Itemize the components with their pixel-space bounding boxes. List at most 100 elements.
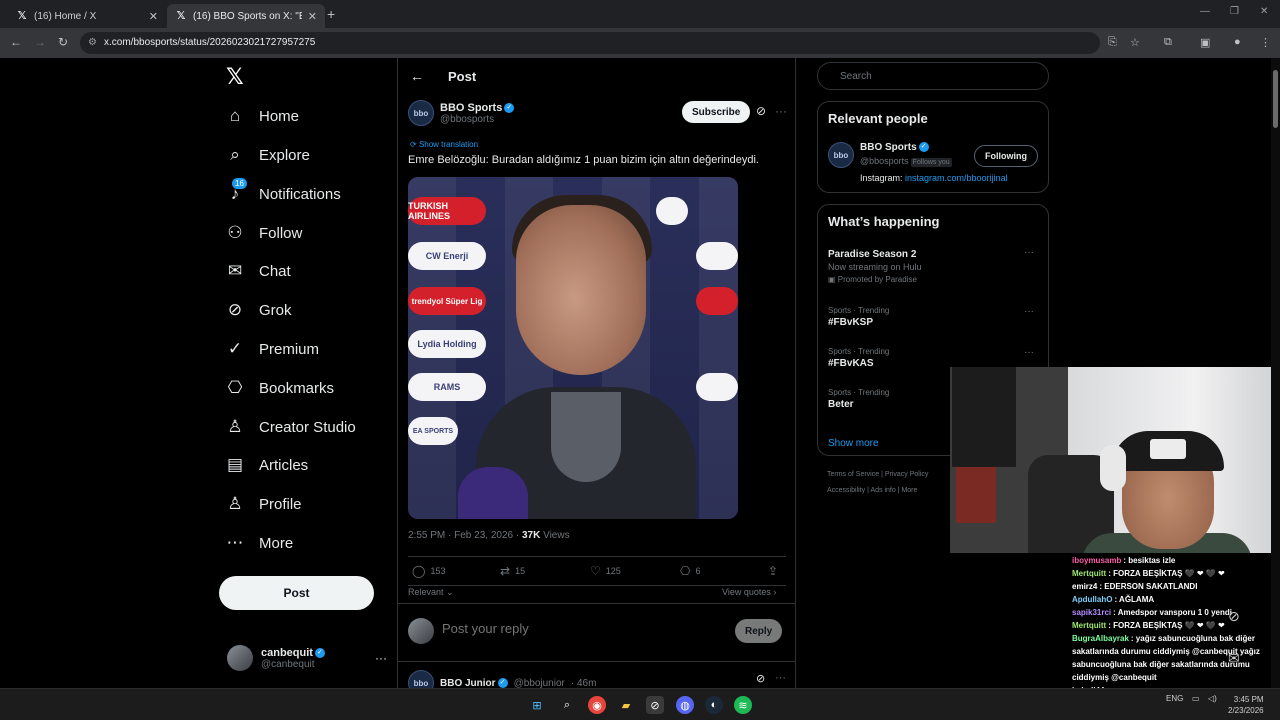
- bio-link[interactable]: instagram.com/bboorijinal: [905, 173, 1008, 183]
- following-button[interactable]: Following: [974, 145, 1038, 167]
- more-dots-icon[interactable]: ···: [1024, 247, 1034, 258]
- bookmark-star-icon[interactable]: ☆: [1130, 36, 1140, 49]
- reload-icon[interactable]: ↻: [58, 35, 68, 49]
- trend-item[interactable]: Sports · Trending #FBvKAS ···: [828, 347, 1040, 369]
- forward-icon[interactable]: →: [34, 35, 46, 49]
- install-app-icon[interactable]: ⎘: [1108, 36, 1117, 49]
- grok-icon: ⊘: [227, 300, 243, 319]
- volume-icon[interactable]: ◁): [1208, 694, 1217, 703]
- spotify-icon[interactable]: ≋: [734, 696, 752, 714]
- promoted-trend[interactable]: Paradise Season 2 Now streaming on Hulu …: [828, 247, 1040, 284]
- search-input[interactable]: [817, 62, 1049, 90]
- sidebar-item-chat[interactable]: ✉ Chat: [225, 257, 291, 285]
- sidebar-item-more[interactable]: ⋯ More: [225, 529, 294, 557]
- grok-icon[interactable]: ⊘: [1228, 608, 1240, 625]
- more-dots-icon[interactable]: ···: [1024, 306, 1034, 317]
- avatar[interactable]: bbo: [408, 100, 434, 126]
- maximize-icon[interactable]: ❐: [1230, 6, 1239, 17]
- reply-author[interactable]: BBO Junior ✓: [440, 678, 508, 689]
- profile-avatar-icon[interactable]: ●: [1234, 36, 1241, 48]
- sidebar-item-profile[interactable]: ♙ Profile: [225, 490, 302, 518]
- sidebar-item-follow[interactable]: ⚇ Follow: [225, 219, 302, 247]
- sidebar-item-label: Chat: [259, 262, 291, 280]
- site-info-icon[interactable]: ⚙: [88, 32, 97, 54]
- reply-input[interactable]: [442, 621, 692, 636]
- avatar[interactable]: bbo: [828, 142, 854, 168]
- person-handle[interactable]: @bbosports Follows you: [860, 156, 952, 167]
- share-action[interactable]: ⇪: [768, 564, 778, 578]
- person-name[interactable]: BBO Sports ✓: [860, 142, 929, 153]
- reply-handle[interactable]: @bbojunior: [514, 678, 565, 689]
- discord-icon[interactable]: ◍: [676, 696, 694, 714]
- extensions-icon[interactable]: ⧉: [1164, 36, 1172, 49]
- url-text: x.com/bbosports/status/20260230217279572…: [104, 37, 316, 48]
- like-action[interactable]: ♡ 125: [590, 564, 621, 578]
- side-panel-icon[interactable]: ▣: [1200, 36, 1210, 49]
- close-window-icon[interactable]: ✕: [1260, 6, 1268, 17]
- bookmark-icon: ⎔: [227, 378, 243, 397]
- sidebar-item-premium[interactable]: ✓ Premium: [225, 335, 319, 363]
- show-translation-link[interactable]: ⟳ Show translation: [410, 140, 478, 149]
- minimize-icon[interactable]: —: [1200, 6, 1210, 17]
- close-tab-icon[interactable]: ✕: [149, 10, 158, 23]
- sidebar-item-label: Profile: [259, 495, 302, 513]
- author-handle[interactable]: @bbosports: [440, 114, 514, 125]
- tweet-media-image[interactable]: TURKISH AIRLINES CW Enerji trendyol Süpe…: [408, 177, 738, 519]
- network-icon[interactable]: ▭: [1192, 694, 1200, 703]
- sidebar-item-grok[interactable]: ⊘ Grok: [225, 296, 292, 324]
- more-dots-icon[interactable]: ···: [775, 672, 786, 684]
- close-tab-icon[interactable]: ✕: [308, 10, 317, 23]
- author-name[interactable]: BBO Sports ✓: [440, 102, 515, 114]
- windows-start-icon[interactable]: ⊞: [528, 696, 546, 714]
- sidebar-item-articles[interactable]: ▤ Articles: [225, 451, 308, 479]
- sidebar-item-explore[interactable]: ⌕ Explore: [225, 141, 310, 169]
- repost-action[interactable]: ⇄ 15: [500, 564, 525, 578]
- sidebar-item-creator-studio[interactable]: ♙ Creator Studio: [225, 413, 355, 441]
- steam-icon[interactable]: ◐: [705, 696, 723, 714]
- url-field[interactable]: ⚙ x.com/bbosports/status/202602302172795…: [80, 32, 1100, 54]
- sponsor-logo: trendyol Süper Lig: [408, 287, 486, 315]
- chrome-icon[interactable]: ◉: [588, 696, 606, 714]
- file-explorer-icon[interactable]: ▰: [617, 696, 635, 714]
- view-quotes-link[interactable]: View quotes ›: [722, 587, 776, 597]
- system-clock[interactable]: 3:45 PM 2/23/2026: [1228, 694, 1264, 716]
- reply-button[interactable]: Reply: [735, 619, 783, 643]
- new-tab-button[interactable]: +: [327, 6, 335, 22]
- browser-menu-icon[interactable]: ⋮: [1260, 36, 1271, 49]
- post-button[interactable]: Post: [219, 576, 374, 610]
- footer-links[interactable]: Terms of Service | Privacy Policy: [827, 471, 928, 478]
- back-icon[interactable]: ←: [10, 35, 22, 49]
- subscribe-button[interactable]: Subscribe: [682, 101, 751, 123]
- mail-icon[interactable]: ✉: [1228, 650, 1240, 667]
- language-indicator[interactable]: ENG: [1166, 694, 1183, 703]
- trend-item[interactable]: Sports · Trending #FBvKSP ···: [828, 306, 1040, 328]
- browser-tab-home[interactable]: 𝕏 (16) Home / X ✕: [8, 4, 166, 28]
- grok-icon[interactable]: ⊘: [756, 104, 766, 118]
- app-icon[interactable]: ⊘: [646, 696, 664, 714]
- search-icon[interactable]: ⌕: [558, 696, 576, 714]
- sidebar-item-bookmarks[interactable]: ⎔ Bookmarks: [225, 374, 334, 402]
- sidebar-item-home[interactable]: ⌂ Home: [225, 102, 299, 130]
- grok-icon[interactable]: ⊘: [756, 672, 765, 685]
- sponsor-logo: TURKISH AIRLINES: [408, 197, 486, 225]
- sidebar-item-notifications[interactable]: ♪ 16 Notifications: [225, 178, 341, 208]
- more-dots-icon[interactable]: ···: [775, 104, 787, 118]
- scrollbar-thumb[interactable]: [1273, 70, 1278, 128]
- reply-action[interactable]: ◯ 153: [412, 564, 445, 578]
- person-icon: ♙: [227, 494, 243, 513]
- account-switcher[interactable]: canbequit ✓ @canbequit ···: [227, 645, 387, 671]
- more-dots-icon[interactable]: ···: [1024, 347, 1034, 358]
- footer-links[interactable]: Accessibility | Ads info | More: [827, 487, 917, 494]
- bookmark-action[interactable]: ⎔ 6: [680, 564, 701, 578]
- sort-replies-dropdown[interactable]: Relevant ⌄: [408, 587, 454, 598]
- back-arrow-icon[interactable]: ←: [410, 68, 424, 84]
- x-logo-icon[interactable]: 𝕏: [226, 64, 244, 90]
- show-more-link[interactable]: Show more: [828, 438, 879, 449]
- chat-text: : Amedspor vansporu 1 0 yendi: [1113, 608, 1232, 617]
- post-header: ← Post: [410, 68, 476, 84]
- tweet-author[interactable]: bbo BBO Sports ✓ @bbosports: [408, 100, 515, 126]
- more-dots-icon[interactable]: ···: [375, 651, 387, 665]
- browser-tab-post[interactable]: 𝕏 (16) BBO Sports on X: "Emre Be ✕: [167, 4, 325, 28]
- page-scrollbar[interactable]: [1271, 58, 1280, 688]
- mail-icon: ✉: [227, 261, 243, 280]
